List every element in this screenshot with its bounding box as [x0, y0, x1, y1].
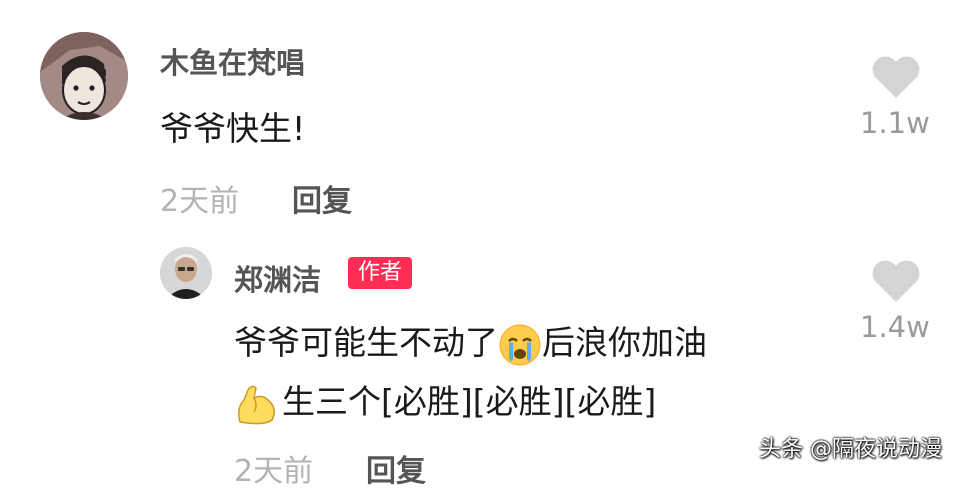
flexed-biceps-icon — [234, 382, 282, 426]
reply-reply-button[interactable]: 回复 — [366, 446, 426, 490]
heart-icon — [872, 260, 920, 302]
reply-like-count: 1.4w — [860, 310, 930, 344]
avatar-illustration-icon — [40, 32, 128, 120]
author-avatar[interactable] — [160, 247, 212, 299]
commenter-avatar[interactable] — [40, 32, 128, 120]
reply-text-line1: 爷爷可能生不动了 后浪你加油 — [234, 316, 707, 367]
like-button[interactable] — [870, 54, 922, 104]
reply-like-button[interactable] — [870, 258, 922, 308]
author-username[interactable]: 郑渊洁 — [234, 257, 321, 299]
reply-button[interactable]: 回复 — [292, 176, 352, 220]
commenter-username[interactable]: 木鱼在梵唱 — [160, 40, 305, 82]
reply-text-part1: 爷爷可能生不动了 — [234, 323, 498, 362]
crying-face-icon — [498, 323, 542, 367]
reply-time: 2天前 — [234, 454, 314, 489]
avatar-photo-icon — [160, 247, 212, 299]
reply-text-part3: 生三个[必胜][必胜][必胜] — [282, 382, 657, 421]
like-count: 1.1w — [860, 106, 930, 140]
watermark: 头条 @隔夜说动漫 — [759, 437, 942, 462]
heart-icon — [872, 56, 920, 98]
comment-text: 爷爷快生! — [160, 109, 306, 148]
author-badge: 作者 — [348, 257, 413, 289]
reply-text-part2: 后浪你加油 — [542, 323, 707, 362]
reply-text-line2: 生三个[必胜][必胜][必胜] — [234, 375, 656, 426]
comment-time: 2天前 — [160, 184, 240, 219]
